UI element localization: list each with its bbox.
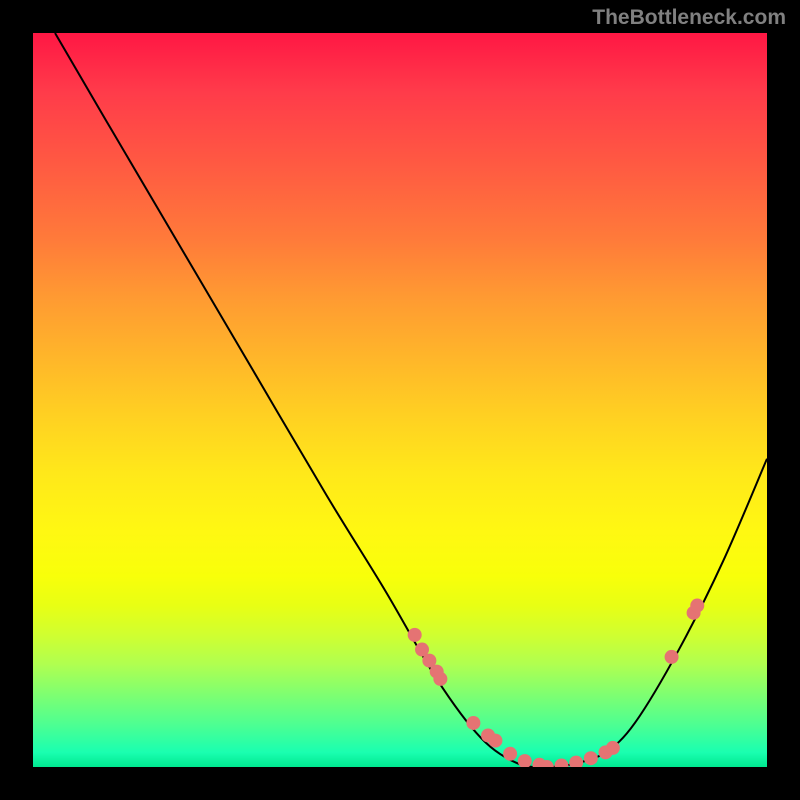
chart-plot-area [33,33,767,767]
marker-dot [665,650,679,664]
marker-dot [466,716,480,730]
marker-dot [518,754,532,767]
marker-dot [606,741,620,755]
marker-dot [554,759,568,767]
marker-dot [488,734,502,748]
chart-svg [33,33,767,767]
marker-dot [690,599,704,613]
marker-dot [503,747,517,761]
marker-dot [408,628,422,642]
marker-dot [584,751,598,765]
marker-dot [569,756,583,767]
marker-dot [433,672,447,686]
watermark-text: TheBottleneck.com [592,6,786,30]
bottleneck-curve [55,33,767,767]
